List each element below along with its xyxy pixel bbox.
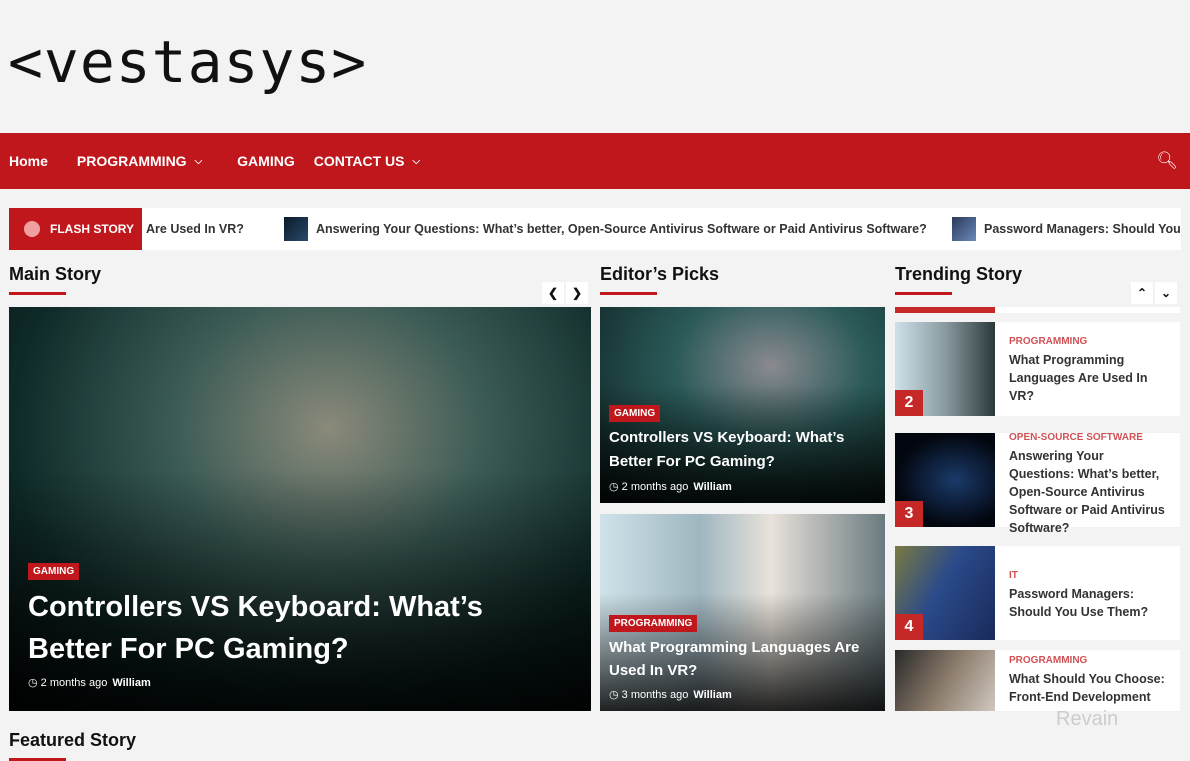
section-featured: Featured Story: [9, 730, 137, 761]
nav-programming[interactable]: PROGRAMMING ⌵: [77, 153, 202, 169]
chevron-right-icon[interactable]: ❯: [566, 282, 588, 304]
trending-item[interactable]: 2 PROGRAMMING What Programming Languages …: [895, 322, 1180, 416]
category-link[interactable]: PROGRAMMING: [1009, 336, 1172, 347]
category-badge[interactable]: PROGRAMMING: [609, 615, 698, 632]
story-time: 2 months ago: [621, 481, 689, 493]
main-story-card[interactable]: GAMING Controllers VS Keyboard: What’s B…: [9, 307, 591, 711]
nav-contact[interactable]: CONTACT US ⌵: [314, 153, 420, 169]
trending-item[interactable]: 4 IT Password Managers: Should You Use Th…: [895, 546, 1180, 640]
chevron-left-icon[interactable]: ❮: [542, 282, 564, 304]
story-time: 3 months ago: [621, 689, 689, 701]
story-meta: ◷ 2 months ago William: [28, 676, 579, 689]
category-link[interactable]: PROGRAMMING: [1009, 655, 1172, 666]
flash-ticker: FLASH STORY Are Used In VR? Answering Yo…: [9, 208, 1181, 250]
nav-label: CONTACT US: [313, 153, 405, 169]
editor-pick-card[interactable]: PROGRAMMING What Programming Languages A…: [600, 514, 885, 711]
story-title[interactable]: Password Managers: Should You Use Them?: [1009, 585, 1172, 621]
main-nav: Home PROGRAMMING ⌵ GAMING CONTACT US ⌵ 🔍︎: [0, 133, 1190, 189]
story-title[interactable]: What Should You Choose: Front-End Develo…: [1009, 670, 1172, 706]
story-title[interactable]: Answering Your Questions: What’s better,…: [1009, 447, 1172, 537]
thumbnail: [895, 650, 995, 711]
category-badge[interactable]: GAMING: [609, 405, 661, 422]
section-main-story: Main Story: [9, 264, 102, 295]
dot-icon: [24, 221, 40, 237]
ticker-text: Answering Your Questions: What’s better,…: [316, 222, 927, 236]
story-meta: ◷ 2 months ago William: [609, 480, 873, 493]
flash-label: FLASH STORY: [9, 208, 142, 250]
story-meta: ◷ 3 months ago William: [609, 688, 873, 701]
clock-icon: ◷: [609, 481, 619, 493]
rank-badge: 4: [895, 614, 923, 640]
story-author[interactable]: William: [112, 677, 150, 689]
chevron-down-icon[interactable]: ⌄: [1155, 282, 1177, 304]
flash-text: FLASH STORY: [50, 222, 135, 236]
editor-pick-card[interactable]: GAMING Controllers VS Keyboard: What’s B…: [600, 307, 885, 503]
story-title[interactable]: Controllers VS Keyboard: What’s Better F…: [609, 426, 873, 474]
nav-gaming[interactable]: GAMING: [237, 153, 295, 169]
thumbnail: [284, 217, 308, 241]
rank-badge: 2: [895, 390, 923, 416]
story-title[interactable]: What Programming Languages Are Used In V…: [1009, 351, 1172, 405]
category-badge[interactable]: GAMING: [28, 563, 80, 580]
rank-badge: 3: [895, 501, 923, 527]
story-time: 2 months ago: [40, 677, 108, 689]
revain-watermark: Revain: [1056, 708, 1119, 730]
chevron-up-icon[interactable]: ⌃: [1131, 282, 1153, 304]
category-link[interactable]: IT: [1009, 570, 1172, 581]
trending-item[interactable]: PROGRAMMING What Should You Choose: Front…: [895, 650, 1180, 711]
ticker-text: Password Managers: Should You U: [984, 222, 1181, 236]
thumbnail: [895, 307, 995, 313]
clock-icon: ◷: [28, 677, 38, 689]
trending-arrows: ⌃ ⌄: [1131, 282, 1177, 304]
chevron-down-icon: ⌵: [412, 155, 421, 167]
search-icon[interactable]: 🔍︎: [1156, 151, 1178, 171]
ticker-item[interactable]: Are Used In VR?: [146, 208, 244, 250]
story-author[interactable]: William: [693, 689, 731, 701]
category-link[interactable]: OPEN-SOURCE SOFTWARE: [1009, 432, 1172, 443]
thumbnail: [952, 217, 976, 241]
clock-icon: ◷: [609, 689, 619, 701]
story-title[interactable]: What Programming Languages Are Used In V…: [609, 636, 873, 682]
ticker-item[interactable]: Password Managers: Should You U: [952, 208, 1181, 250]
section-editors-picks: Editor’s Picks: [600, 264, 720, 295]
nav-label: PROGRAMMING: [76, 153, 187, 169]
site-logo[interactable]: <vestasys>: [8, 28, 367, 96]
section-trending: Trending Story: [895, 264, 1023, 295]
nav-label: GAMING: [237, 153, 295, 169]
trending-item-partial[interactable]: [895, 307, 1180, 313]
nav-label: Home: [9, 153, 48, 169]
main-slider-arrows: ❮ ❯: [542, 282, 588, 304]
ticker-text: Are Used In VR?: [146, 222, 244, 236]
story-title[interactable]: Controllers VS Keyboard: What’s Better F…: [28, 586, 518, 670]
chevron-down-icon: ⌵: [194, 155, 203, 167]
story-author[interactable]: William: [693, 481, 731, 493]
nav-home[interactable]: Home: [9, 153, 48, 169]
trending-item[interactable]: 3 OPEN-SOURCE SOFTWARE Answering Your Que…: [895, 432, 1180, 535]
ticker-item[interactable]: Answering Your Questions: What’s better,…: [284, 208, 927, 250]
